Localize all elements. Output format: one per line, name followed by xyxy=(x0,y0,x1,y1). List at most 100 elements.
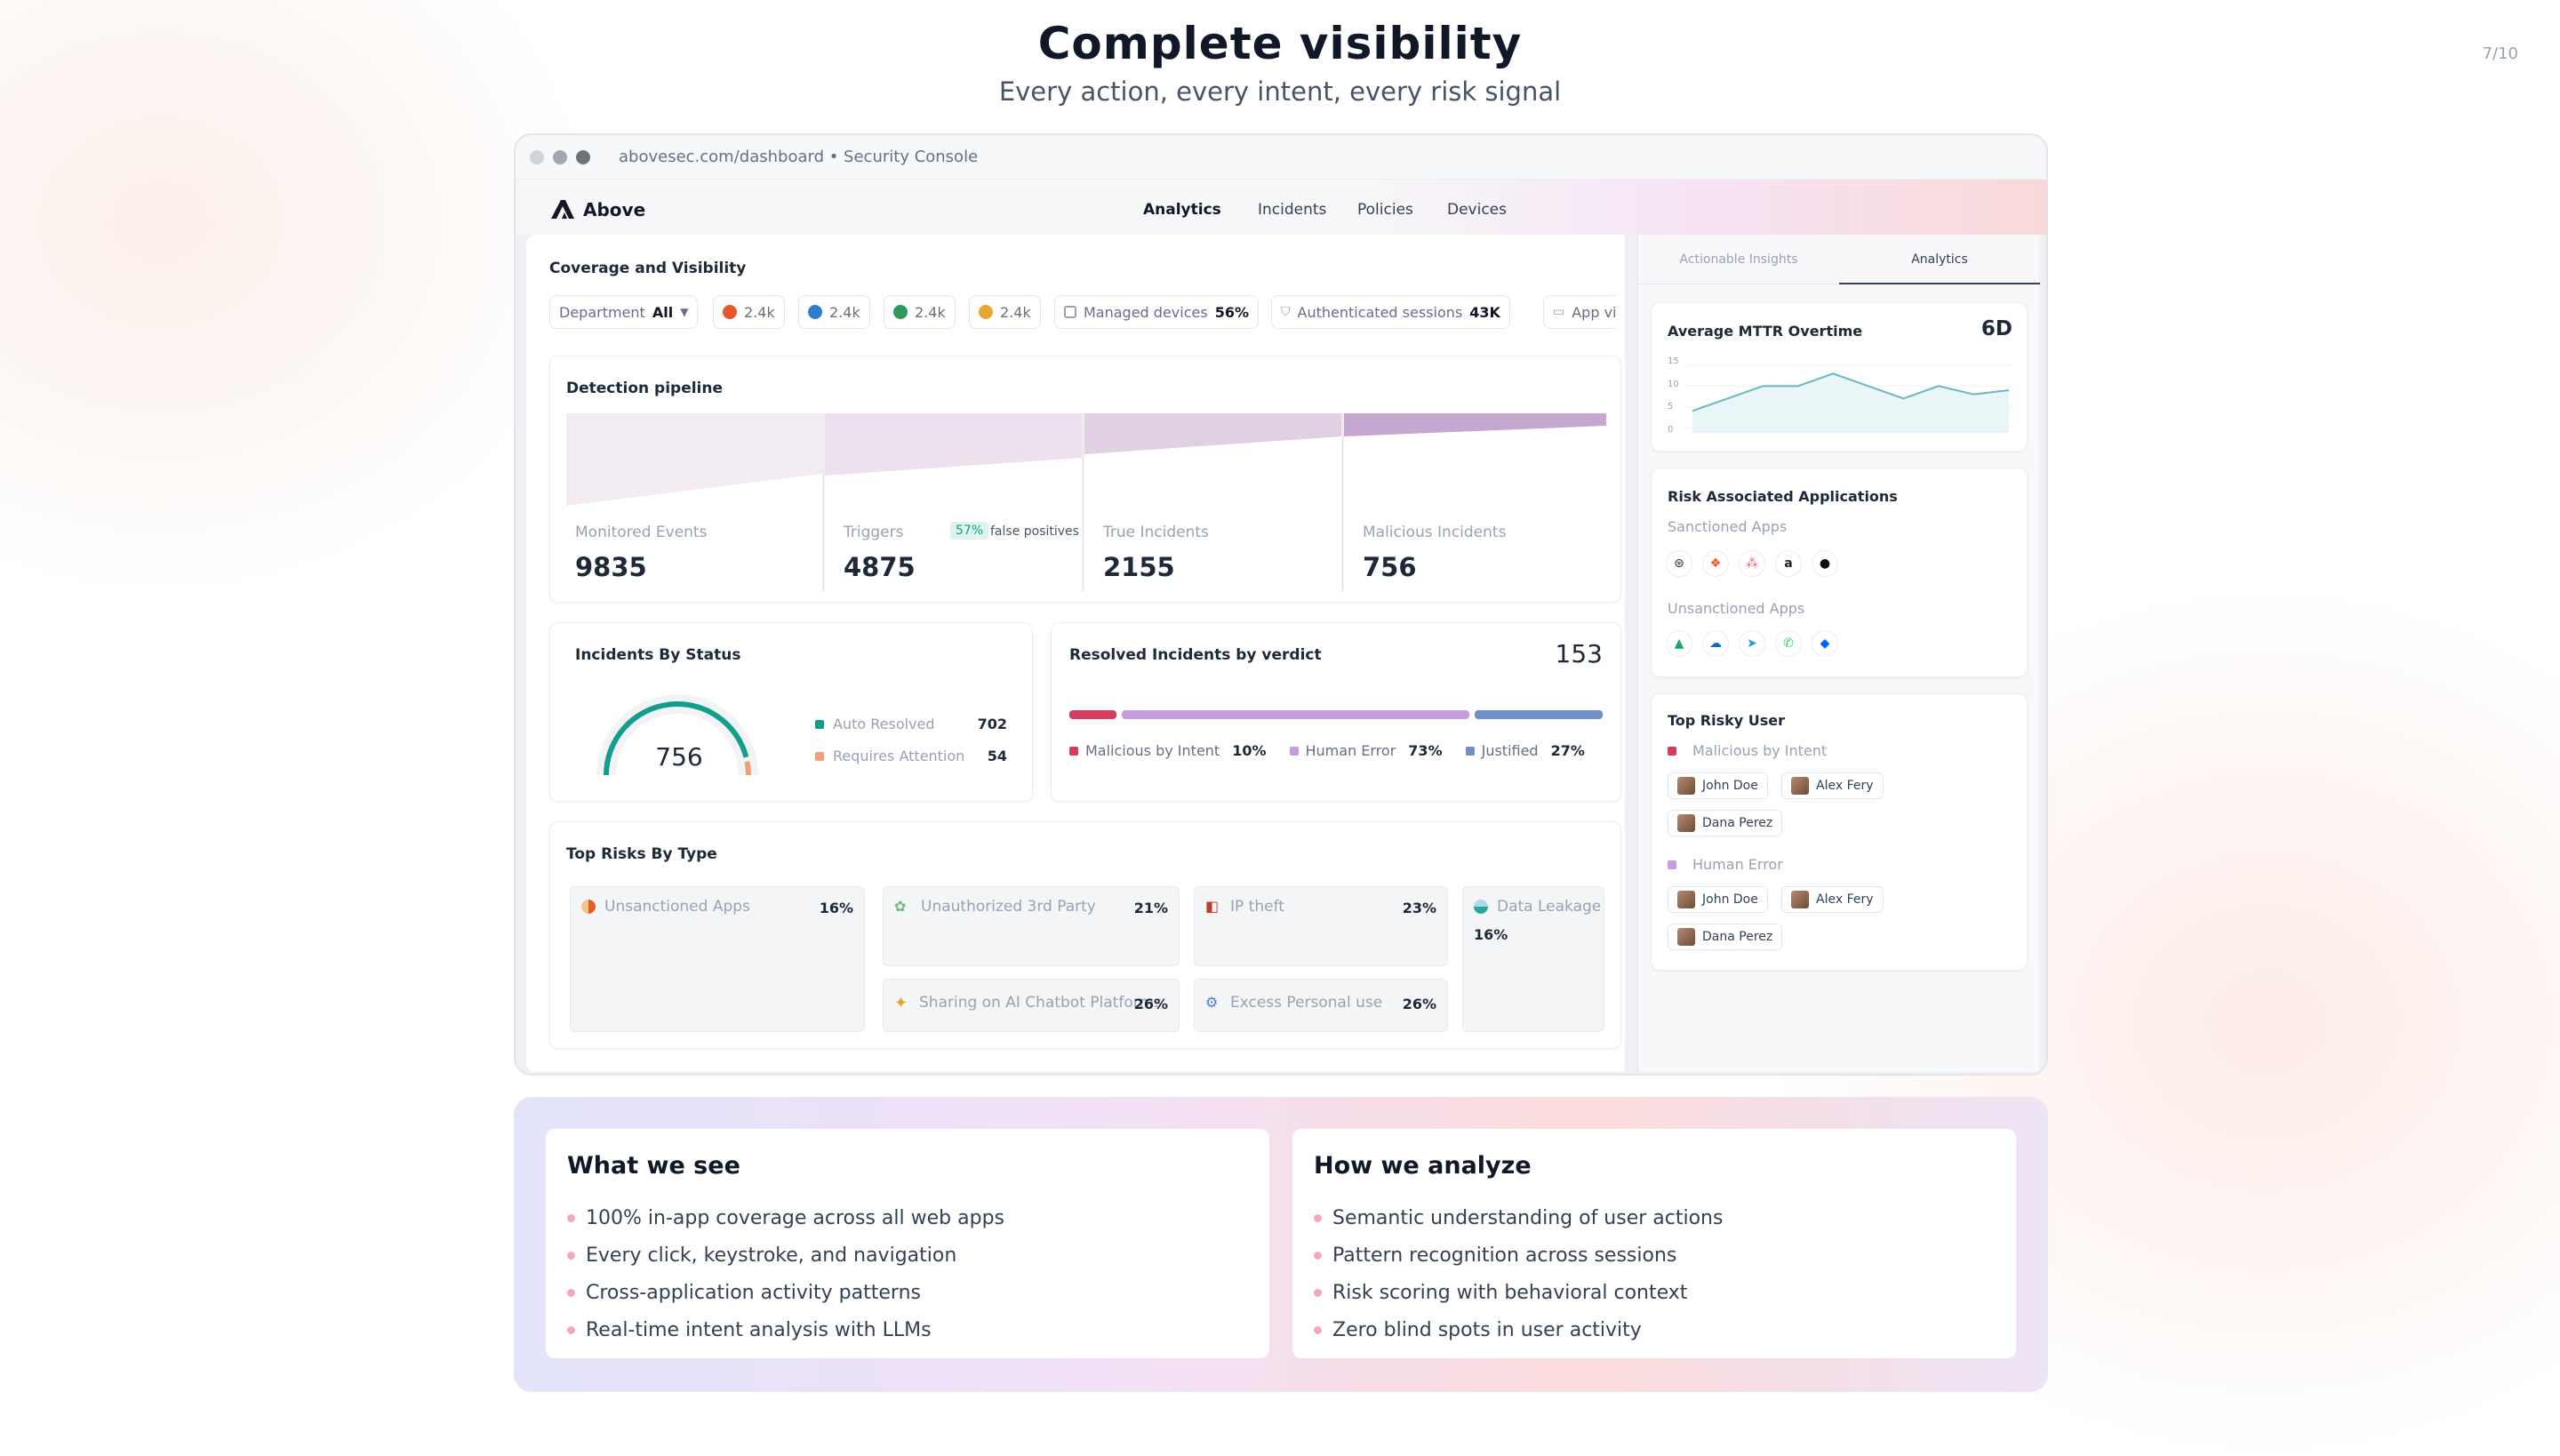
avatar xyxy=(1677,777,1695,795)
risk-tile-ip-theft[interactable]: ◧ IP theft 23% xyxy=(1194,886,1448,966)
app-navbar: Above Analytics Incidents Policies Devic… xyxy=(516,180,2046,235)
how-we-analyze-title: How we analyze xyxy=(1314,1152,1532,1180)
how-we-analyze-list: Semantic understanding of user actions P… xyxy=(1314,1199,1995,1348)
list-item: Zero blind spots in user activity xyxy=(1314,1311,1995,1348)
google-drive-icon[interactable]: ▲ xyxy=(1666,630,1692,657)
legend-value: 73% xyxy=(1408,742,1443,759)
nav-tab-incidents[interactable]: Incidents xyxy=(1258,201,1326,219)
status-title: Incidents By Status xyxy=(575,646,741,664)
unsanctioned-apps-icon xyxy=(581,900,596,914)
risk-apps-card: Risk Associated Applications Sanctioned … xyxy=(1651,468,2028,677)
browser-chip-firefox[interactable]: 2.4k xyxy=(713,295,785,329)
managed-devices-value: 56% xyxy=(1214,303,1249,321)
pipeline-funnel-chart xyxy=(566,413,1606,591)
mttr-card: Average MTTR Overtime 6D 15 10 5 0 xyxy=(1651,302,2028,452)
how-we-analyze-card: How we analyze Semantic understanding of… xyxy=(1292,1129,2016,1358)
risky-group-human-error: Human Error xyxy=(1668,856,1783,873)
nav-tab-analytics[interactable]: Analytics xyxy=(1143,201,1221,219)
edge-icon xyxy=(808,305,822,319)
risky-user-chip[interactable]: John Doe xyxy=(1668,886,1768,913)
department-value: All xyxy=(652,303,674,321)
stage-value: 4875 xyxy=(844,552,916,582)
tab-actionable-insights[interactable]: Actionable Insights xyxy=(1638,235,1839,284)
mttr-area xyxy=(1692,373,2009,433)
firefox-icon xyxy=(723,305,737,319)
github-icon[interactable]: ● xyxy=(1812,550,1838,577)
amazon-icon[interactable]: a xyxy=(1775,550,1802,577)
window-maximize-dot[interactable] xyxy=(576,150,590,164)
chevron-down-icon: ▼ xyxy=(680,306,689,318)
dropbox-icon[interactable]: ◆ xyxy=(1812,630,1838,657)
authenticated-sessions-chip[interactable]: ⛉ Authenticated sessions 43K xyxy=(1271,295,1510,329)
y-tick: 15 xyxy=(1668,356,1679,366)
telegram-icon[interactable]: ➤ xyxy=(1739,630,1765,657)
risk-label: Unauthorized 3rd Party xyxy=(921,898,1096,916)
onedrive-icon[interactable]: ☁ xyxy=(1702,630,1729,657)
risky-user-chip[interactable]: Alex Fery xyxy=(1781,772,1884,799)
what-we-see-title: What we see xyxy=(567,1152,740,1180)
browser-chip-other[interactable]: 2.4k xyxy=(884,295,956,329)
incidents-by-status-card: Incidents By Status 756 Auto Resolved 70… xyxy=(549,622,1033,802)
list-item: 100% in-app coverage across all web apps xyxy=(567,1199,1248,1236)
stage-value: 756 xyxy=(1363,552,1417,582)
browser-chip-edge[interactable]: 2.4k xyxy=(798,295,870,329)
window-minimize-dot[interactable] xyxy=(553,150,567,164)
legend-value: 10% xyxy=(1232,742,1267,759)
browser-url[interactable]: abovesec.com/dashboard • Security Consol… xyxy=(619,148,978,166)
risk-apps-title: Risk Associated Applications xyxy=(1668,488,1898,505)
risky-user-chip[interactable]: John Doe xyxy=(1668,772,1768,799)
ip-theft-icon: ◧ xyxy=(1205,898,1220,915)
browser-chip-chrome[interactable]: 2.4k xyxy=(969,295,1041,329)
legend-swatch xyxy=(1465,746,1475,756)
legend-swatch xyxy=(815,751,824,761)
bullet-dot xyxy=(567,1288,575,1297)
list-item: Risk scoring with behavioral context xyxy=(1314,1274,1995,1311)
risk-label: Sharing on AI Chatbot Platforms xyxy=(919,994,1162,1012)
openai-icon[interactable]: ⊛ xyxy=(1666,550,1692,577)
risk-tile-ai-chatbot-sharing[interactable]: ✦ Sharing on AI Chatbot Platforms 26% xyxy=(883,979,1180,1032)
legend-label: Human Error xyxy=(1305,742,1396,759)
stage-label: Triggers xyxy=(844,524,904,541)
list-item-text: Semantic understanding of user actions xyxy=(1332,1206,1724,1229)
whatsapp-icon[interactable]: ✆ xyxy=(1775,630,1802,657)
legend-swatch xyxy=(1668,746,1676,756)
status-total: 756 xyxy=(655,742,703,772)
risk-tile-unsanctioned-apps[interactable]: Unsanctioned Apps 16% xyxy=(570,886,865,1032)
user-name: Alex Fery xyxy=(1816,779,1874,793)
list-item: Pattern recognition across sessions xyxy=(1314,1236,1995,1274)
gauge-requires-attention-arc xyxy=(744,761,751,776)
what-we-see-card: What we see 100% in-app coverage across … xyxy=(546,1129,1269,1358)
department-filter[interactable]: Department All ▼ xyxy=(549,295,699,329)
risk-tile-data-leakage[interactable]: Data Leakage 16% xyxy=(1462,886,1604,1032)
figma-icon[interactable]: ❖ xyxy=(1702,550,1729,577)
risk-pct: 21% xyxy=(1133,900,1168,916)
risk-tile-unauthorized-3rd-party[interactable]: ✿ Unauthorized 3rd Party 21% xyxy=(883,886,1180,966)
browser-icon xyxy=(893,305,908,319)
risky-user-chip[interactable]: Dana Perez xyxy=(1668,810,1783,836)
right-insights-panel: Actionable Insights Analytics Average MT… xyxy=(1637,235,2040,1072)
risky-user-chip[interactable]: Dana Perez xyxy=(1668,924,1783,950)
list-item: Cross-application activity patterns xyxy=(567,1274,1248,1311)
authenticated-sessions-label: Authenticated sessions xyxy=(1297,303,1463,321)
legend-value: 54 xyxy=(987,748,1007,764)
false-positive-note: false positives xyxy=(990,524,1079,539)
legend-swatch xyxy=(1668,860,1676,869)
bullet-dot xyxy=(567,1213,575,1222)
list-item-text: Real-time intent analysis with LLMs xyxy=(586,1318,932,1341)
app-visibility-chip[interactable]: ▭ App visibil xyxy=(1543,295,1616,329)
managed-devices-chip[interactable]: Managed devices 56% xyxy=(1054,295,1259,329)
asana-icon[interactable]: ⁂ xyxy=(1739,550,1765,577)
nav-tab-devices[interactable]: Devices xyxy=(1447,201,1507,219)
risk-tile-excess-personal-use[interactable]: ⚙ Excess Personal use 26% xyxy=(1194,979,1448,1032)
funnel-stage-triggers xyxy=(825,413,1082,476)
risky-user-chip[interactable]: Alex Fery xyxy=(1781,886,1884,913)
user-name: Alex Fery xyxy=(1816,892,1874,907)
tab-analytics[interactable]: Analytics xyxy=(1839,235,2040,284)
page-number: 7/10 xyxy=(2482,44,2518,63)
legend-swatch xyxy=(815,719,824,729)
data-leakage-icon xyxy=(1474,900,1488,914)
mttr-line-chart xyxy=(1687,364,2014,433)
window-close-dot[interactable] xyxy=(530,150,544,164)
nav-tab-policies[interactable]: Policies xyxy=(1357,201,1413,219)
browser-count: 2.4k xyxy=(915,303,946,321)
